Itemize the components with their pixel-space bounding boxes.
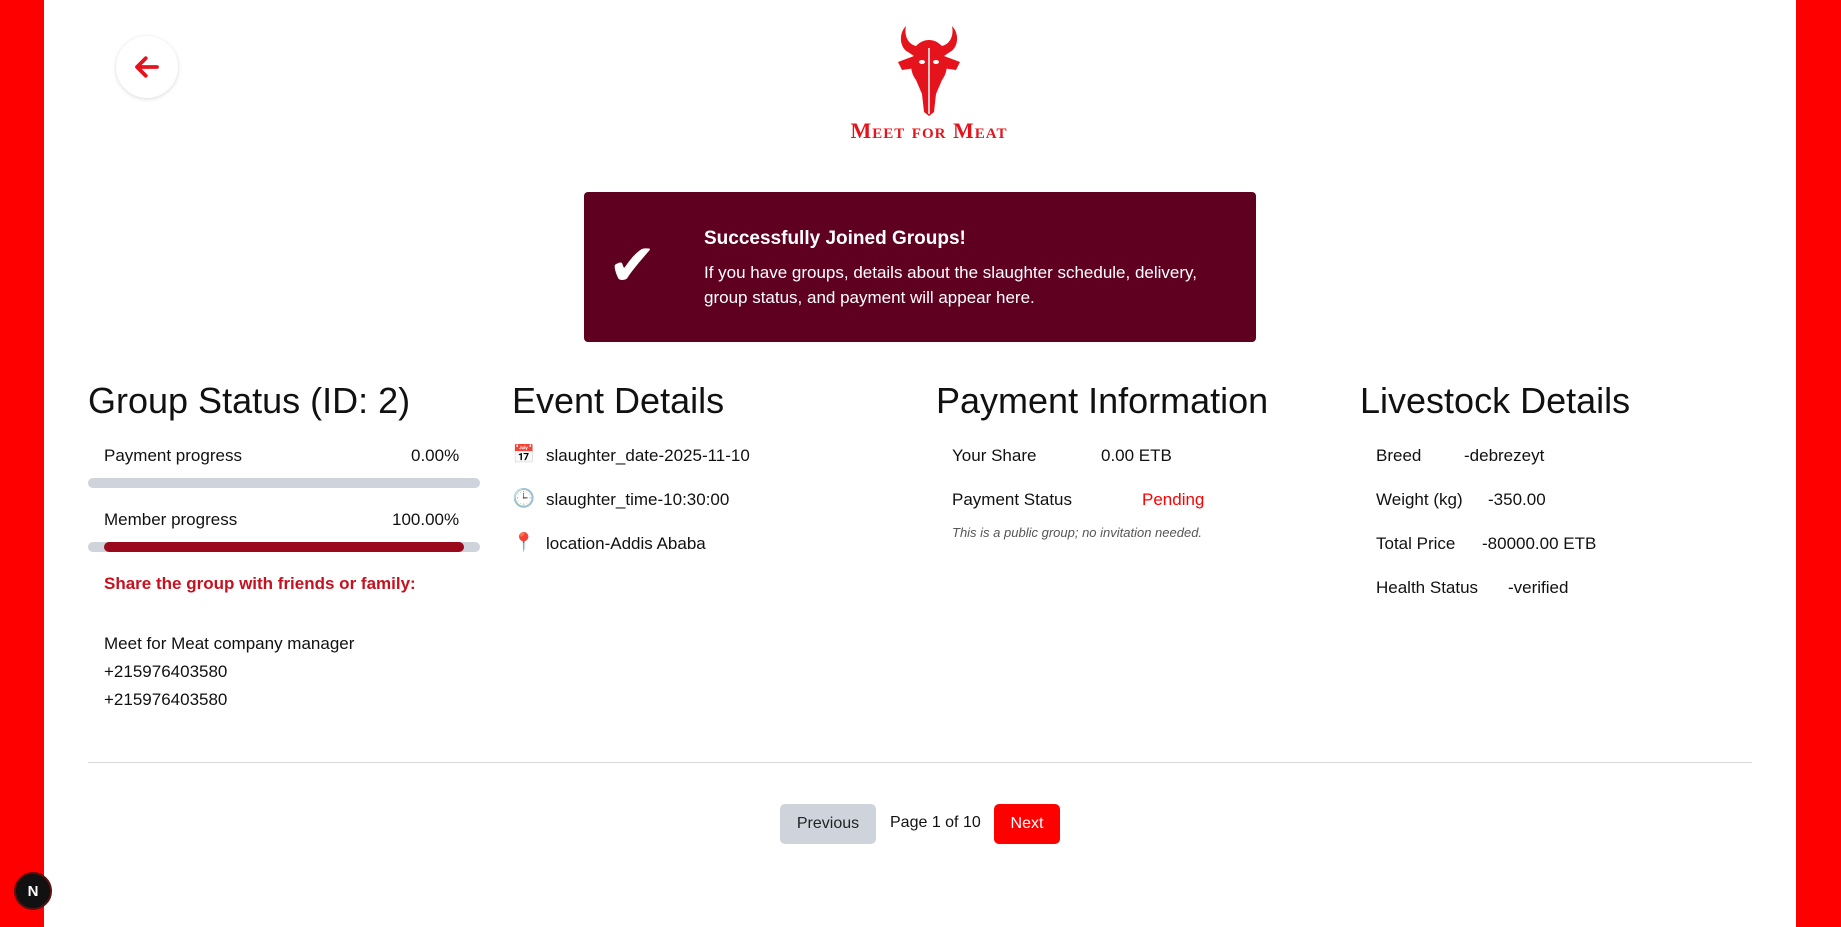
event-date: slaughter_date-2025-11-10 xyxy=(546,446,750,465)
public-group-note: This is a public group; no invitation ne… xyxy=(952,525,1203,540)
logo[interactable]: Meet for Meat xyxy=(818,24,1040,144)
breed-label: Breed xyxy=(1376,446,1422,465)
member-progress-value: 100.00% xyxy=(392,510,460,529)
calendar-icon: 📅 xyxy=(512,444,536,464)
page-container: Meet for Meat ✔ Successfully Joined Grou… xyxy=(44,0,1796,927)
health-status-value: -verified xyxy=(1508,578,1569,597)
your-share-label: Your Share xyxy=(952,446,1037,465)
page-indicator: Page 1 of 10 xyxy=(890,814,981,831)
contact-phone-2[interactable]: +215976403580 xyxy=(104,690,227,710)
logo-text: Meet for Meat xyxy=(850,118,1008,143)
share-title: Share the group with friends or family: xyxy=(104,574,416,593)
member-progress-bar xyxy=(88,542,480,552)
checkmark-icon: ✔ xyxy=(608,231,657,299)
previous-button[interactable]: Previous xyxy=(780,804,876,844)
arrow-left-icon xyxy=(135,56,159,78)
breed-value: -debrezeyt xyxy=(1464,446,1545,465)
section-divider xyxy=(88,762,1752,763)
payment-progress-bar xyxy=(88,478,480,488)
next-button[interactable]: Next xyxy=(994,804,1060,844)
dev-tools-badge[interactable]: N xyxy=(14,872,52,910)
member-progress-fill xyxy=(104,542,464,552)
payment-progress-label: Payment progress xyxy=(104,446,242,465)
total-price-value: -80000.00 ETB xyxy=(1482,534,1597,553)
back-button[interactable] xyxy=(116,36,178,98)
banner-title: Successfully Joined Groups! xyxy=(704,228,966,249)
event-location: location-Addis Ababa xyxy=(546,534,706,553)
livestock-details-title: Livestock Details xyxy=(1360,380,1631,421)
payment-progress-value: 0.00% xyxy=(411,446,460,465)
location-pin-icon: 📍 xyxy=(512,532,536,552)
payment-status-value: Pending xyxy=(1142,490,1205,509)
clock-icon: 🕒 xyxy=(512,488,536,508)
group-status-title: Group Status (ID: 2) xyxy=(88,380,411,421)
payment-info-title: Payment Information xyxy=(936,380,1269,421)
contact-phone-1[interactable]: +215976403580 xyxy=(104,662,227,682)
payment-status-label: Payment Status xyxy=(952,490,1073,509)
success-banner: ✔ Successfully Joined Groups! If you hav… xyxy=(584,192,1256,342)
weight-value: -350.00 xyxy=(1488,490,1546,509)
your-share-value: 0.00 ETB xyxy=(1101,446,1172,465)
event-details-title: Event Details xyxy=(512,380,725,421)
total-price-label: Total Price xyxy=(1376,534,1456,553)
contact-name: Meet for Meat company manager xyxy=(104,634,355,653)
member-progress-label: Member progress xyxy=(104,510,238,529)
banner-text: If you have groups, details about the sl… xyxy=(704,263,1197,307)
bull-head-icon xyxy=(898,26,960,116)
event-time: slaughter_time-10:30:00 xyxy=(546,490,730,509)
health-status-label: Health Status xyxy=(1376,578,1479,597)
weight-label: Weight (kg) xyxy=(1376,490,1463,509)
